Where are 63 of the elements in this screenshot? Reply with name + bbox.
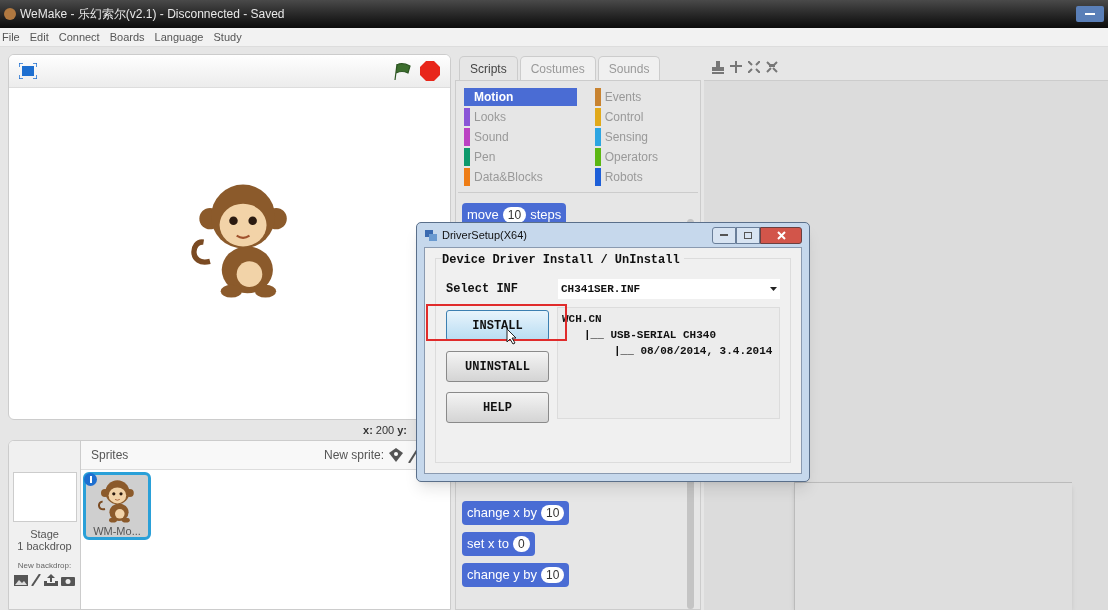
y-label: y: xyxy=(397,422,407,438)
new-backdrop-label: New backdrop: xyxy=(17,560,72,572)
app-icon xyxy=(4,8,16,20)
block-text: change y by xyxy=(467,566,538,585)
menu-item[interactable]: Boards xyxy=(109,28,145,46)
backdrop-count: 1 backdrop xyxy=(17,540,72,552)
menu-item[interactable]: Edit xyxy=(29,28,49,46)
tree-item: |__ 08/08/2014, 3.4.2014 xyxy=(613,344,774,359)
dialog-button[interactable]: UNINSTALL xyxy=(446,351,549,382)
stage-thumbnail[interactable] xyxy=(12,472,77,522)
number-input[interactable]: 10 xyxy=(541,567,565,583)
maximize-button[interactable] xyxy=(736,226,760,244)
expand-icon[interactable] xyxy=(748,61,760,73)
x-value: 200 xyxy=(375,422,395,438)
sprite-name: WM-Mo... xyxy=(93,525,141,537)
menu-item[interactable]: Connect xyxy=(58,28,100,46)
number-input[interactable]: 10 xyxy=(502,207,527,223)
number-input[interactable]: 10 xyxy=(541,505,565,521)
image-icon[interactable] xyxy=(14,574,28,586)
camera-icon[interactable] xyxy=(61,574,75,586)
code-block[interactable]: set x to 0 xyxy=(462,532,535,556)
dialog-button[interactable]: INSTALL xyxy=(446,310,549,341)
mouse-pointer-icon xyxy=(506,328,518,345)
block-text: steps xyxy=(530,206,562,225)
shrink-icon[interactable] xyxy=(766,61,778,73)
fullscreen-icon[interactable] xyxy=(19,63,37,79)
category-item[interactable]: Motion xyxy=(464,88,577,106)
block-text: change x by xyxy=(467,504,538,523)
close-icon xyxy=(776,230,786,240)
dialog-button[interactable]: HELP xyxy=(446,392,549,423)
code-block[interactable]: change x by 10 xyxy=(462,501,570,525)
inf-dropdown[interactable]: CH341SER.INF xyxy=(558,279,780,299)
dialog-title: DriverSetup(X64) xyxy=(442,227,527,243)
installer-icon xyxy=(424,228,438,242)
minimize-button[interactable] xyxy=(1076,6,1104,22)
tree-item: |__ USB-SERIAL CH340 xyxy=(583,328,718,343)
flag-icon[interactable] xyxy=(392,62,412,80)
x-label: x: xyxy=(363,422,373,438)
cross-icon[interactable] xyxy=(730,61,742,73)
code-block[interactable]: change y by 10 xyxy=(462,563,570,587)
block-text: set x to xyxy=(467,535,509,554)
dropdown-caret-icon xyxy=(770,287,777,291)
info-icon[interactable] xyxy=(84,473,97,486)
paint-brush-icon[interactable] xyxy=(31,574,41,586)
close-button[interactable] xyxy=(760,226,802,244)
menu-item[interactable]: Language xyxy=(154,28,204,46)
sprite-tile[interactable]: WM-Mo... xyxy=(83,472,151,540)
menu-item[interactable]: Study xyxy=(213,28,242,46)
block-text: move xyxy=(467,206,499,225)
monkey-thumbnail-drawing xyxy=(97,477,137,525)
upload-icon[interactable] xyxy=(44,574,58,586)
select-label: Select INF xyxy=(446,281,519,298)
stamp-icon[interactable] xyxy=(712,60,724,74)
minimize-button[interactable] xyxy=(712,226,736,244)
window-title: WeMake - 乐幻索尔(v2.1) - Disconnected - Saved xyxy=(20,6,285,23)
number-input[interactable]: 0 xyxy=(512,536,530,552)
menu-item[interactable]: File xyxy=(2,28,20,46)
stage-label: Stage xyxy=(30,528,59,540)
sprites-title: Sprites xyxy=(91,447,129,464)
new-sprite-label: New sprite: xyxy=(323,447,384,464)
tab[interactable]: Scripts xyxy=(459,56,518,80)
stop-icon[interactable] xyxy=(420,61,440,81)
sprite-library-icon[interactable] xyxy=(388,447,404,463)
